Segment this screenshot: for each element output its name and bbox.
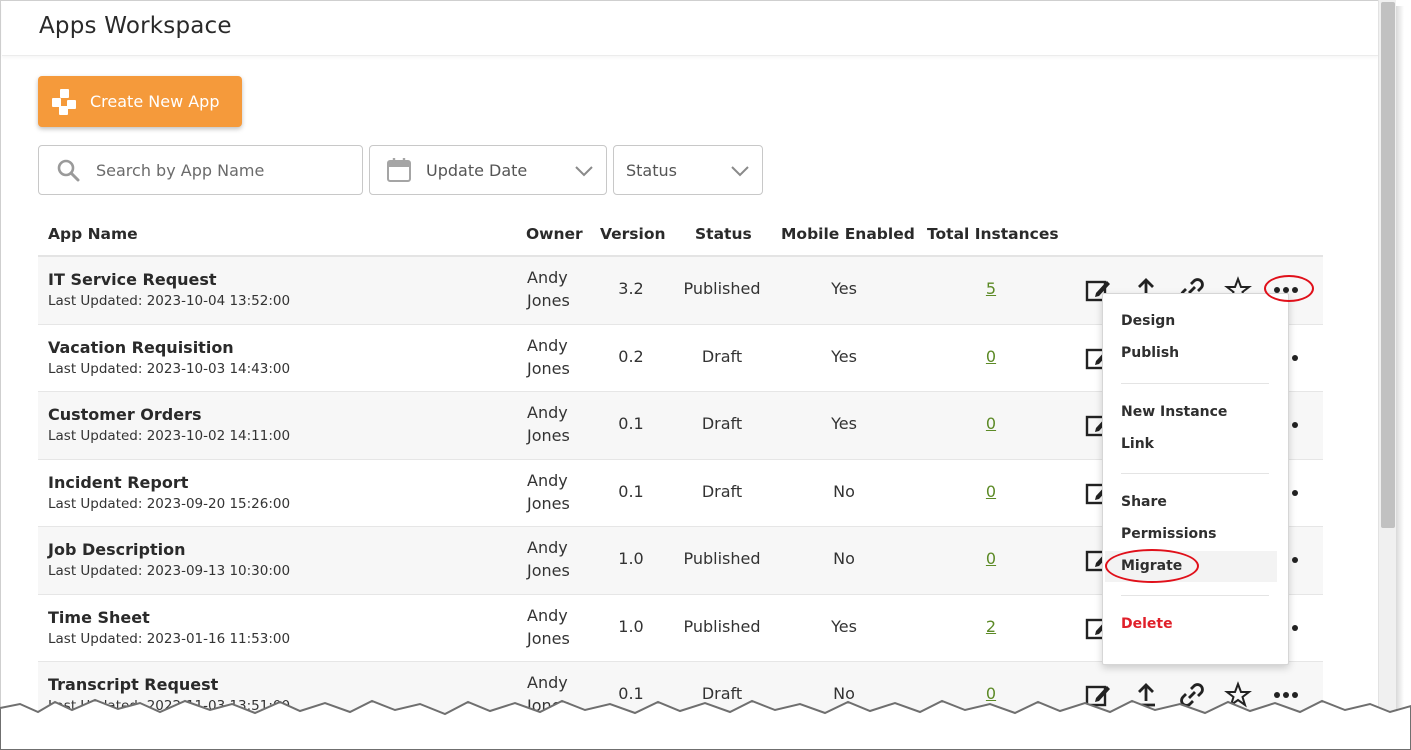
mobile-enabled: Yes bbox=[831, 414, 857, 433]
owner-last-name: Jones bbox=[527, 628, 570, 648]
page-header: Apps Workspace bbox=[2, 2, 1378, 56]
app-name[interactable]: Incident Report bbox=[48, 473, 188, 492]
total-instances-link[interactable]: 5 bbox=[938, 279, 1044, 298]
row-context-menu: Design Publish New Instance Link Share P… bbox=[1102, 293, 1289, 665]
owner-last-name: Jones bbox=[527, 561, 570, 580]
menu-item-publish[interactable]: Publish bbox=[1121, 345, 1179, 361]
column-status[interactable]: Status bbox=[695, 225, 752, 243]
owner-first-name: Andy bbox=[527, 268, 568, 287]
status: Published bbox=[683, 549, 761, 568]
status: Draft bbox=[701, 481, 743, 501]
owner-first-name: Andy bbox=[527, 335, 568, 355]
total-instances-link[interactable]: 0 bbox=[938, 414, 1044, 433]
total-instances-link[interactable]: 0 bbox=[938, 549, 1044, 568]
annotation-circle-migrate bbox=[1105, 549, 1199, 583]
owner-last-name: Jones bbox=[527, 291, 570, 310]
app-name[interactable]: Vacation Requisition bbox=[48, 338, 234, 357]
last-updated: Last Updated: 2023-09-20 15:26:00 bbox=[48, 495, 291, 512]
menu-item-share[interactable]: Share bbox=[1121, 494, 1167, 510]
menu-item-link[interactable]: Link bbox=[1121, 436, 1154, 452]
chevron-down-icon bbox=[575, 166, 593, 177]
torn-edge bbox=[0, 698, 1411, 750]
app-name[interactable]: IT Service Request bbox=[48, 270, 217, 289]
column-mobile-enabled[interactable]: Mobile Enabled bbox=[781, 225, 915, 243]
page-shadow bbox=[1396, 6, 1404, 722]
owner-first-name: Andy bbox=[527, 403, 568, 422]
column-owner[interactable]: Owner bbox=[526, 225, 583, 243]
owner-first-name: Andy bbox=[527, 605, 568, 625]
owner: Andy Jones bbox=[527, 334, 597, 380]
owner: Andy Jones bbox=[527, 469, 597, 515]
menu-item-new-instance[interactable]: New Instance bbox=[1121, 404, 1227, 420]
version: 1.0 bbox=[618, 549, 644, 568]
version: 0.2 bbox=[618, 346, 644, 366]
total-instances-link[interactable]: 0 bbox=[938, 347, 1044, 366]
chevron-down-icon bbox=[731, 166, 749, 177]
status: Published bbox=[683, 279, 761, 298]
owner-last-name: Jones bbox=[527, 493, 570, 513]
app-name[interactable]: Time Sheet bbox=[48, 608, 150, 627]
status: Draft bbox=[701, 414, 743, 433]
column-version[interactable]: Version bbox=[600, 225, 666, 243]
app-name[interactable]: Customer Orders bbox=[48, 405, 202, 424]
status-filter-label: Status bbox=[626, 160, 677, 180]
status-filter[interactable]: Status bbox=[613, 145, 763, 195]
update-date-filter[interactable]: Update Date bbox=[369, 145, 607, 195]
menu-divider bbox=[1121, 473, 1269, 474]
create-new-app-button[interactable]: Create New App bbox=[38, 76, 242, 127]
version: 0.1 bbox=[618, 481, 644, 501]
owner: Andy Jones bbox=[527, 604, 597, 650]
app-name[interactable]: Job Description bbox=[48, 540, 185, 559]
vertical-scrollbar[interactable] bbox=[1378, 0, 1396, 722]
total-instances-link[interactable]: 2 bbox=[938, 617, 1044, 636]
owner-last-name: Jones bbox=[527, 358, 570, 378]
status: Draft bbox=[701, 346, 743, 366]
mobile-enabled: Yes bbox=[831, 616, 857, 636]
update-date-label: Update Date bbox=[426, 160, 528, 180]
create-new-app-label: Create New App bbox=[90, 92, 220, 111]
menu-item-design[interactable]: Design bbox=[1121, 313, 1175, 329]
version: 0.1 bbox=[618, 414, 644, 433]
last-updated: Last Updated: 2023-01-16 11:53:00 bbox=[48, 630, 291, 647]
last-updated: Last Updated: 2023-10-03 14:43:00 bbox=[48, 360, 291, 377]
owner: Andy Jones bbox=[527, 266, 597, 312]
mobile-enabled: No bbox=[833, 549, 855, 568]
owner-first-name: Andy bbox=[527, 470, 568, 490]
menu-item-permissions[interactable]: Permissions bbox=[1121, 526, 1216, 542]
owner: Andy Jones bbox=[527, 536, 597, 582]
menu-divider bbox=[1121, 383, 1269, 384]
total-instances-link[interactable]: 0 bbox=[938, 482, 1044, 501]
menu-divider bbox=[1121, 595, 1269, 596]
mobile-enabled: No bbox=[833, 481, 855, 501]
table-header: App Name Owner Version Status Mobile Ena… bbox=[38, 215, 1323, 257]
menu-item-delete[interactable]: Delete bbox=[1121, 616, 1173, 632]
owner-last-name: Jones bbox=[527, 426, 570, 445]
search-icon bbox=[57, 159, 80, 182]
mobile-enabled: Yes bbox=[831, 346, 857, 366]
version: 1.0 bbox=[618, 616, 644, 636]
status: Published bbox=[683, 616, 761, 636]
owner: Andy Jones bbox=[527, 401, 597, 447]
search-input[interactable] bbox=[96, 160, 336, 180]
last-updated: Last Updated: 2023-10-02 14:11:00 bbox=[48, 428, 291, 444]
apps-icon bbox=[52, 88, 78, 115]
last-updated: Last Updated: 2023-10-04 13:52:00 bbox=[48, 293, 291, 309]
column-total-instances[interactable]: Total Instances bbox=[927, 225, 1059, 243]
annotation-circle-more bbox=[1264, 275, 1314, 302]
scrollbar-thumb[interactable] bbox=[1381, 2, 1395, 528]
app-window: Apps Workspace Create New App Update Dat… bbox=[0, 0, 1378, 750]
version: 3.2 bbox=[618, 279, 644, 298]
mobile-enabled: Yes bbox=[831, 279, 857, 298]
owner-first-name: Andy bbox=[527, 538, 568, 557]
page-title: Apps Workspace bbox=[39, 13, 232, 39]
calendar-icon bbox=[387, 158, 411, 182]
last-updated: Last Updated: 2023-09-13 10:30:00 bbox=[48, 563, 291, 579]
column-app-name[interactable]: App Name bbox=[48, 225, 138, 243]
search-box[interactable] bbox=[38, 145, 363, 195]
